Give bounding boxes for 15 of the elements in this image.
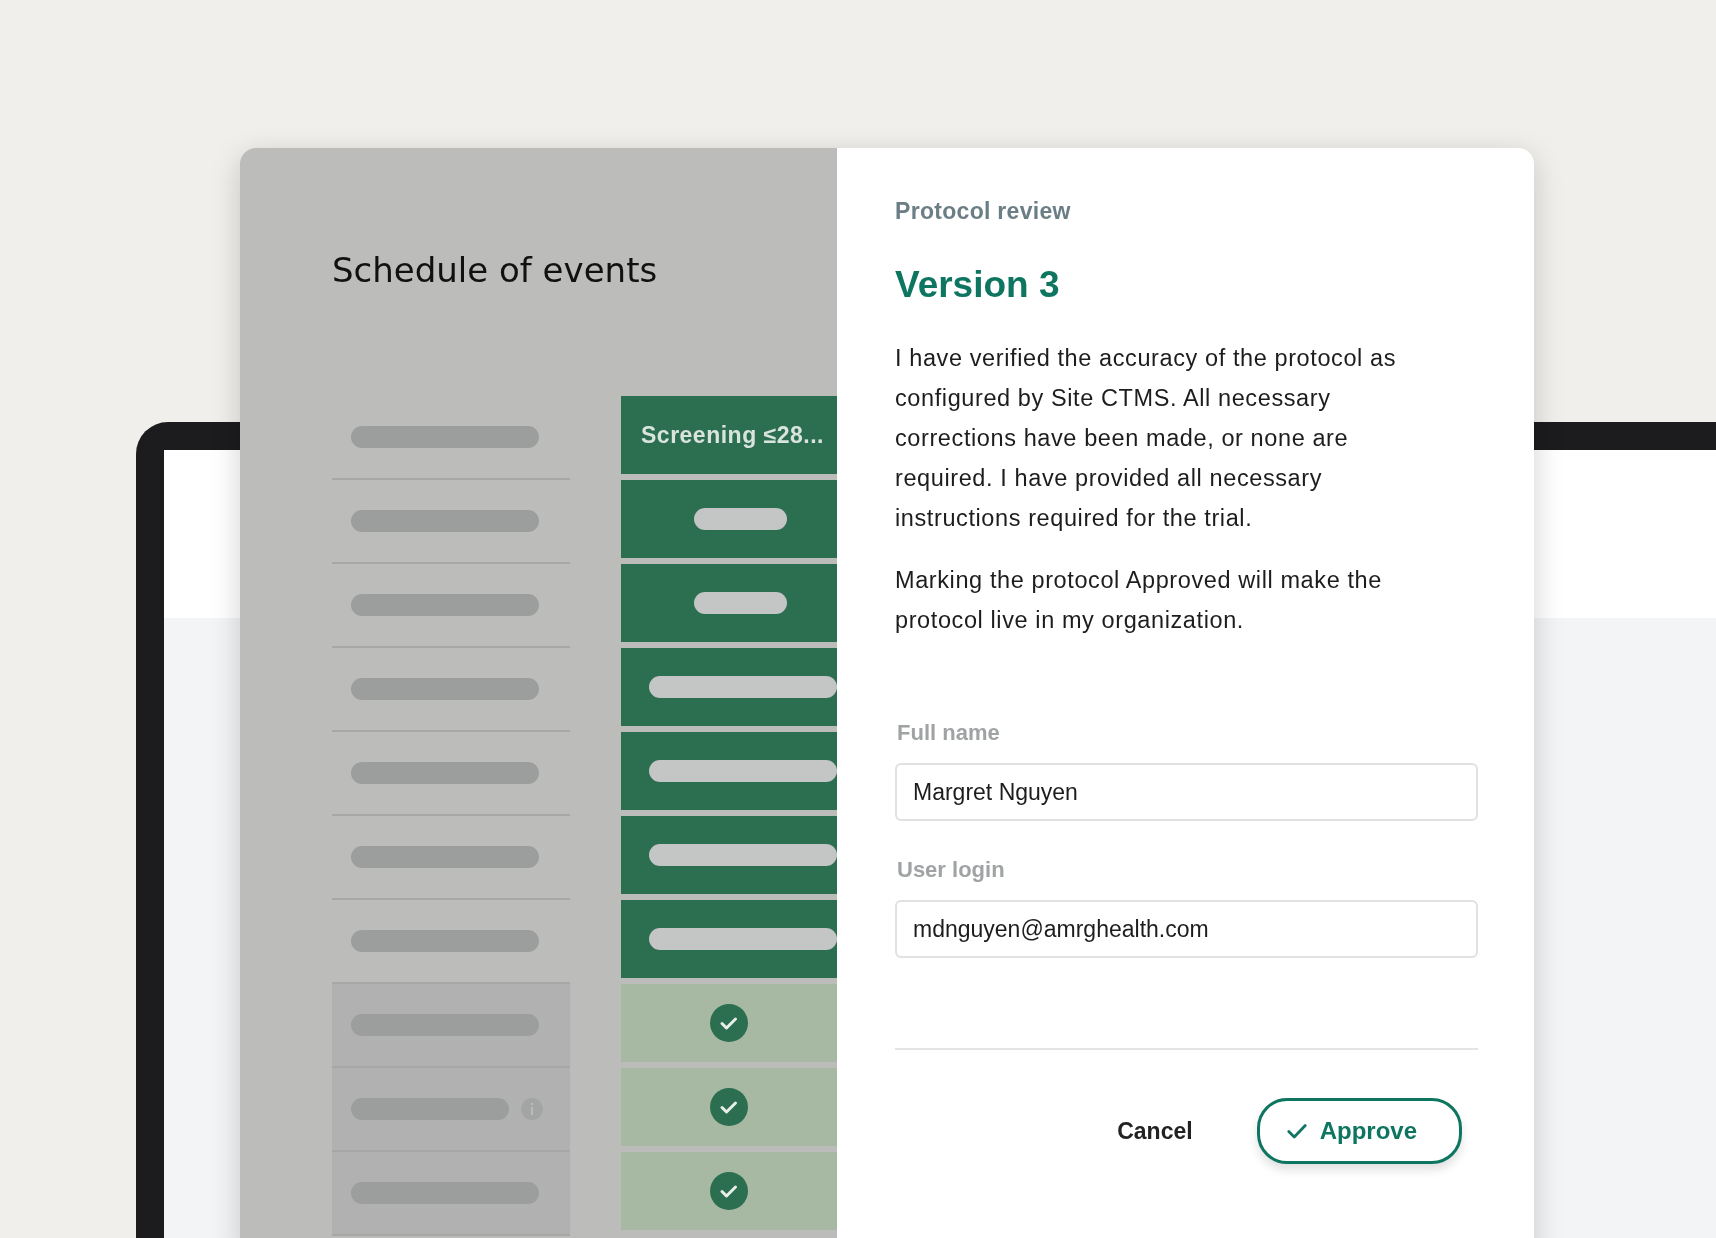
field-label: User login — [897, 856, 1006, 884]
paragraph: I have verified the accuracy of the protocol as configured by Site CTMS. All necessary corrections have been made, or none are required. I have provided all necessary instructions required for the trial. — [895, 344, 1398, 533]
cancel-button[interactable]: Cancel — [1101, 1105, 1209, 1157]
input-field[interactable]: Margret Nguyen — [895, 763, 1478, 821]
approve-button[interactable]: Approve — [1256, 1098, 1462, 1164]
dialog-title: Version 3 — [895, 262, 1061, 307]
check-icon — [710, 1172, 748, 1210]
check-icon — [710, 1088, 748, 1126]
check-icon — [710, 1004, 748, 1042]
field-label: Full name — [897, 719, 1001, 747]
paragraph: Marking the protocol Approved will make the protocol live in my organization. — [895, 566, 1383, 635]
input-field[interactable]: mdnguyen@amrghealth.com — [895, 900, 1478, 958]
dialog-eyebrow: Protocol review — [895, 197, 1072, 226]
schedule-title: Schedule of events — [332, 249, 658, 292]
column-header: Screening ≤28... — [621, 396, 837, 474]
